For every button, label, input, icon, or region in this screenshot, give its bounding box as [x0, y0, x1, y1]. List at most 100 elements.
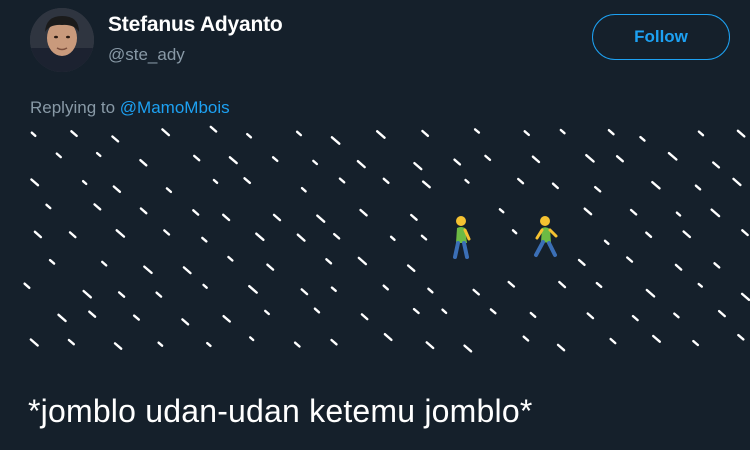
rain-streak — [82, 289, 93, 299]
rain-streak — [413, 161, 423, 171]
rain-streak — [645, 288, 656, 298]
rain-streak — [316, 214, 326, 223]
rain-streak — [111, 135, 120, 143]
rain-streak — [629, 208, 638, 216]
replying-to: Replying to @MamoMbois — [30, 98, 230, 118]
rain-streak — [603, 239, 610, 246]
rain-streak — [192, 209, 200, 216]
rain-streak — [712, 161, 721, 169]
rain-streak — [682, 230, 692, 239]
rain-streak — [112, 185, 122, 194]
rain-streak — [558, 280, 567, 289]
rain-streak — [113, 342, 123, 350]
rain-streak — [639, 135, 646, 142]
rain-streak — [139, 159, 148, 167]
rain-streak — [33, 230, 43, 239]
rain-streak — [293, 341, 301, 348]
rain-streak — [507, 280, 516, 288]
rain-streak — [376, 130, 386, 139]
rain-streak — [420, 234, 428, 241]
rain-streak — [609, 337, 617, 345]
rain-streak — [421, 180, 431, 189]
rain-streak — [221, 213, 231, 222]
rain-streak — [93, 203, 102, 211]
avatar[interactable] — [30, 8, 94, 72]
rain-streak — [517, 177, 525, 185]
rain-streak — [68, 231, 77, 239]
rain-streak — [645, 231, 653, 239]
avatar-photo — [30, 8, 94, 72]
rain-streak — [511, 229, 518, 235]
rain-streak — [595, 281, 603, 289]
author-name[interactable]: Stefanus Adyanto — [108, 13, 283, 37]
rain-streak — [255, 232, 265, 242]
rain-streak — [272, 213, 282, 222]
rain-streak — [453, 158, 462, 166]
rain-streak — [473, 128, 481, 134]
rain-streak — [155, 291, 163, 298]
rain-streak — [586, 312, 595, 320]
rain-streak — [741, 229, 749, 237]
follow-button[interactable]: Follow — [592, 14, 730, 60]
rain-streak — [325, 258, 333, 265]
rain-streak — [330, 136, 341, 145]
rain-streak — [201, 236, 208, 243]
tweet-text: *jomblo udan-udan ketemu jomblo* — [28, 393, 533, 429]
person-walking-emoji — [453, 216, 471, 259]
rain-streak — [607, 128, 615, 136]
replying-mention-link[interactable]: @MamoMbois — [120, 98, 230, 117]
rain-streak — [523, 130, 530, 137]
rain-streak — [202, 283, 208, 289]
rain-streak — [88, 310, 97, 318]
rain-streak — [667, 151, 678, 161]
rain-streak — [45, 203, 52, 210]
rain-streak — [583, 207, 593, 216]
rain-streak — [732, 177, 742, 187]
rain-streak — [577, 258, 586, 267]
rain-streak — [248, 336, 255, 342]
rain-streak — [243, 177, 252, 185]
rain-streak — [382, 284, 389, 291]
rain-streak — [330, 338, 338, 346]
rain-streak — [330, 286, 337, 293]
rain-streak — [245, 132, 253, 139]
rain-streak — [710, 208, 721, 218]
rain-streak — [209, 125, 218, 133]
rain-streak — [70, 130, 78, 138]
rain-streak — [300, 186, 307, 193]
rain-streak — [157, 341, 164, 347]
rain-streak — [48, 258, 56, 265]
rain-streak — [57, 313, 67, 323]
rain-streak — [498, 208, 505, 214]
rain-streak — [389, 235, 396, 242]
rain-streak — [694, 184, 702, 191]
rain-streak — [674, 263, 683, 271]
rain-streak — [228, 156, 238, 165]
rain-streak — [740, 292, 750, 302]
rain-streak — [441, 308, 448, 315]
rain-streak — [356, 160, 366, 169]
rain-streak — [464, 178, 470, 184]
rain-streak — [312, 159, 319, 166]
rain-streak — [551, 182, 559, 190]
rain-streak — [139, 207, 148, 215]
rain-streak — [29, 338, 39, 347]
rain-streak — [697, 282, 703, 288]
rain-streak — [412, 307, 420, 315]
rain-streak — [271, 156, 279, 163]
rain-streak — [360, 313, 369, 321]
rain-streak — [23, 282, 31, 290]
author-handle[interactable]: @ste_ady — [108, 45, 185, 65]
person-walking-emoji — [534, 216, 558, 257]
rain-streak — [410, 213, 418, 221]
rain-streak — [67, 338, 76, 346]
rain-streak — [248, 284, 258, 294]
rain-streak — [522, 335, 530, 342]
rain-streak — [296, 233, 306, 242]
rain-streak — [338, 177, 346, 184]
rain-streak — [651, 180, 661, 190]
rain-streak — [736, 129, 746, 138]
rain-streak — [55, 152, 62, 159]
rain-streak — [427, 287, 434, 294]
rain-streak — [295, 130, 303, 137]
